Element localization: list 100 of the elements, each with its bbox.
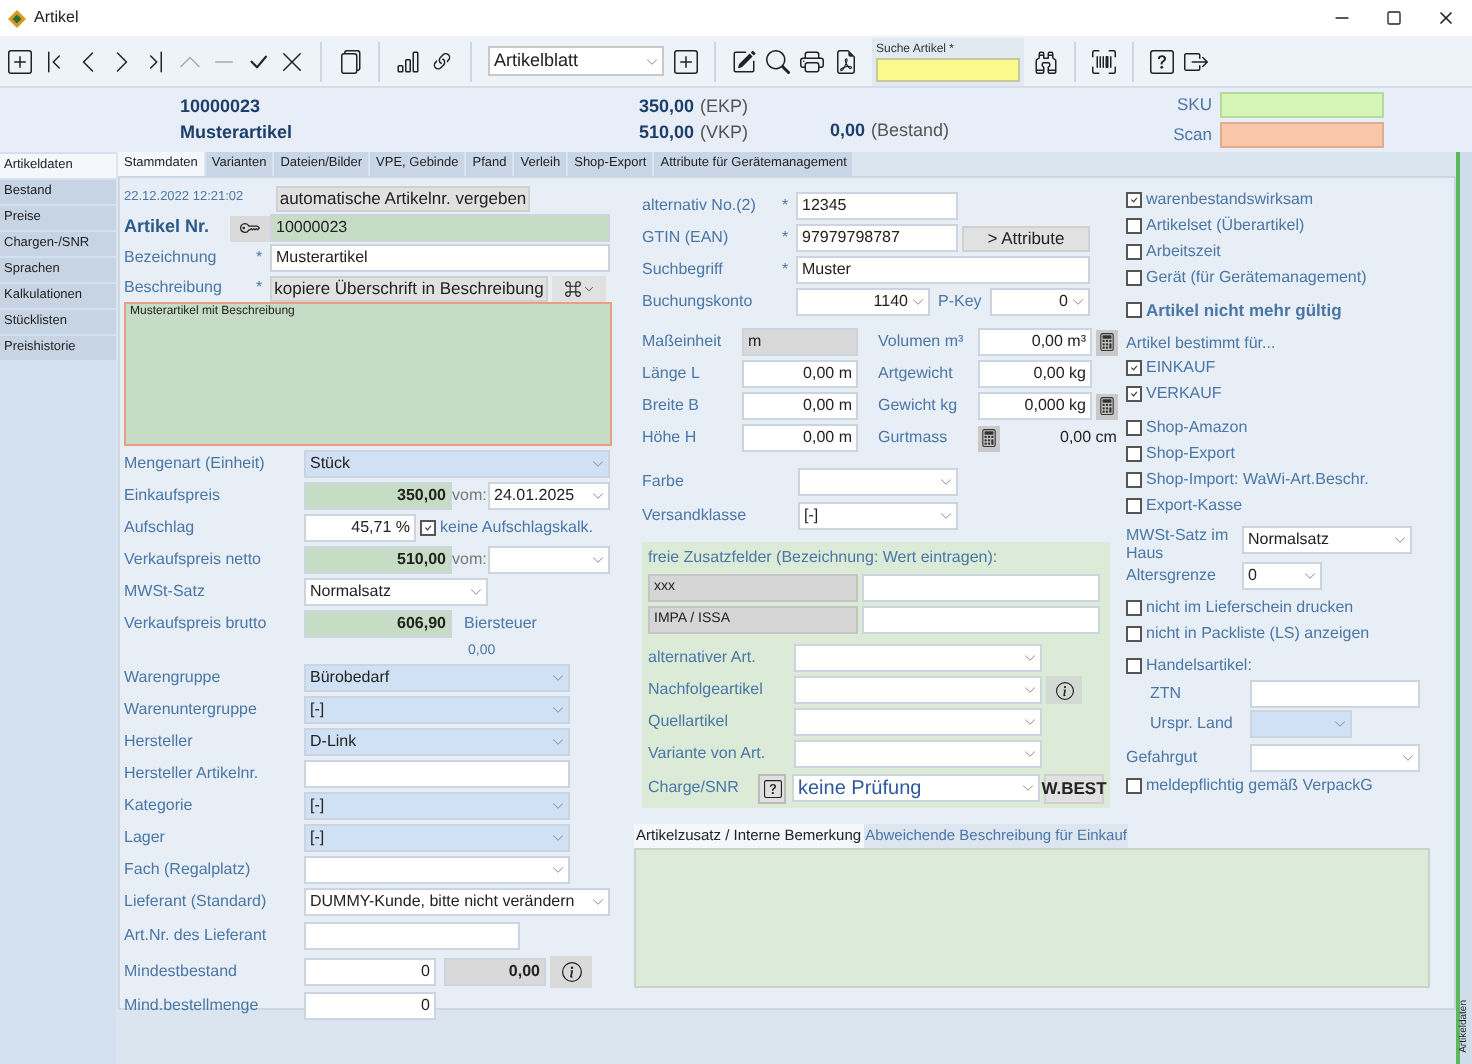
search-icon[interactable]: [766, 49, 790, 73]
command-menu-button[interactable]: [552, 275, 606, 301]
edit-icon[interactable]: [732, 49, 756, 73]
checkbox[interactable]: [1126, 472, 1142, 488]
button[interactable]: > Attribute: [962, 225, 1090, 251]
dropdown[interactable]: [-]: [798, 502, 958, 530]
last-record-icon[interactable]: [144, 49, 168, 73]
add-icon[interactable]: [674, 49, 698, 73]
bar-chart-icon[interactable]: [396, 49, 420, 73]
printer-icon[interactable]: [800, 49, 824, 73]
dropdown[interactable]: Stück: [304, 450, 610, 478]
dropdown[interactable]: DUMMY-Kunde, bitte nicht verändern: [304, 888, 610, 916]
checkbox[interactable]: [1126, 658, 1142, 674]
dropdown[interactable]: [-]: [304, 696, 570, 724]
button[interactable]: W.BEST: [1044, 773, 1104, 803]
input-field[interactable]: 510,00: [304, 546, 452, 574]
calculator-icon[interactable]: [1096, 393, 1118, 419]
dropdown[interactable]: Bürobedarf: [304, 664, 570, 692]
checkbox[interactable]: [1126, 360, 1142, 376]
checkbox[interactable]: [1126, 218, 1142, 234]
exit-icon[interactable]: [1184, 49, 1208, 73]
checkbox[interactable]: [1126, 420, 1142, 436]
input-field[interactable]: Muster: [796, 256, 1090, 284]
input-field[interactable]: [862, 606, 1100, 634]
close-icon[interactable]: [1436, 8, 1456, 28]
input-field[interactable]: 0,000 kg: [978, 392, 1092, 420]
search-field[interactable]: [876, 57, 1020, 81]
scan-field[interactable]: [1220, 122, 1384, 148]
dropdown[interactable]: 1140: [796, 288, 930, 316]
checkbox[interactable]: [1126, 386, 1142, 402]
input-field[interactable]: 0: [304, 992, 436, 1020]
input-field[interactable]: 0,00 m: [742, 424, 858, 452]
checkbox[interactable]: [1126, 302, 1142, 318]
info-button[interactable]: [1046, 676, 1082, 704]
checkbox[interactable]: [420, 520, 436, 536]
dropdown[interactable]: 24.01.2025: [488, 482, 610, 510]
calculator-icon[interactable]: [1096, 329, 1118, 355]
barcode-scan-icon[interactable]: [1092, 49, 1116, 73]
dropdown[interactable]: [-]: [304, 824, 570, 852]
input-field[interactable]: 0,00: [444, 958, 546, 986]
input-field[interactable]: Musterartikel: [270, 244, 610, 272]
add-icon[interactable]: [8, 49, 32, 73]
checkbox-label: Shop-Amazon: [1146, 416, 1248, 440]
button[interactable]: kopiere Überschrift in Beschreibung: [270, 275, 548, 301]
first-record-icon[interactable]: [42, 49, 66, 73]
checkbox[interactable]: [1126, 778, 1142, 794]
checkbox-label: Handelsartikel:: [1146, 654, 1252, 678]
calculator-icon[interactable]: [978, 425, 1000, 451]
input-field[interactable]: 0,00 m³: [978, 328, 1092, 356]
input-field[interactable]: 10000023: [270, 214, 610, 242]
input-field[interactable]: 0,00 m: [742, 392, 858, 420]
input-field[interactable]: 0,00 kg: [978, 360, 1092, 388]
input-field[interactable]: 45,71 %: [304, 514, 416, 542]
help-button[interactable]: [758, 773, 786, 803]
field-label: Versandklasse: [642, 504, 749, 528]
binoculars-icon[interactable]: [1034, 49, 1058, 73]
input-field[interactable]: 350,00: [304, 482, 452, 510]
input-field[interactable]: 606,90: [304, 610, 452, 638]
info-button[interactable]: [550, 956, 592, 988]
checkbox[interactable]: [1126, 192, 1142, 208]
dropdown[interactable]: 0: [990, 288, 1090, 316]
article-name: Musterartikel: [180, 120, 295, 146]
input-field[interactable]: [862, 574, 1100, 602]
checkbox-label: keine Aufschlagskalk.: [440, 516, 593, 540]
input-field[interactable]: m: [742, 328, 858, 356]
sku-field[interactable]: [1220, 92, 1384, 118]
checkbox[interactable]: [1126, 600, 1142, 616]
dropdown[interactable]: keine Prüfung: [792, 774, 1040, 802]
field-label: Verkaufspreis brutto: [124, 612, 269, 636]
checkbox-label: Gerät (für Gerätemanagement): [1146, 266, 1367, 290]
button[interactable]: automatische Artikelnr. vergeben: [276, 185, 530, 211]
input-field[interactable]: 0,00 m: [742, 360, 858, 388]
input-field[interactable]: [304, 760, 570, 788]
input-field[interactable]: [304, 922, 520, 950]
dropdown[interactable]: 0: [1242, 562, 1322, 590]
close-icon[interactable]: [280, 49, 304, 73]
key-button[interactable]: [230, 215, 270, 241]
chevron-down-icon: [552, 736, 564, 748]
dropdown[interactable]: Normalsatz: [304, 578, 488, 606]
input-field[interactable]: 0: [304, 958, 436, 986]
maximize-icon[interactable]: [1386, 10, 1402, 26]
checkbox[interactable]: [1126, 270, 1142, 286]
checkbox[interactable]: [1126, 244, 1142, 260]
dropdown[interactable]: Normalsatz: [1242, 526, 1412, 554]
checkbox[interactable]: [1126, 498, 1142, 514]
checkbox[interactable]: [1126, 446, 1142, 462]
dropdown[interactable]: [-]: [304, 792, 570, 820]
view-dropdown[interactable]: Artikelblatt: [488, 46, 664, 76]
input-field[interactable]: [1250, 680, 1420, 708]
checkbox[interactable]: [1126, 626, 1142, 642]
checkbox-label: Shop-Export: [1146, 442, 1235, 466]
pdf-icon[interactable]: [834, 49, 858, 73]
input-field[interactable]: 12345: [796, 192, 958, 220]
dropdown[interactable]: D-Link: [304, 728, 570, 756]
input-field[interactable]: 97979798787: [796, 224, 958, 252]
stock-caption: (Bestand): [871, 118, 950, 145]
help-icon[interactable]: [1150, 49, 1174, 73]
chevron-down-icon: [1024, 716, 1036, 728]
link-icon[interactable]: [430, 49, 454, 73]
copy-icon[interactable]: [338, 49, 362, 73]
